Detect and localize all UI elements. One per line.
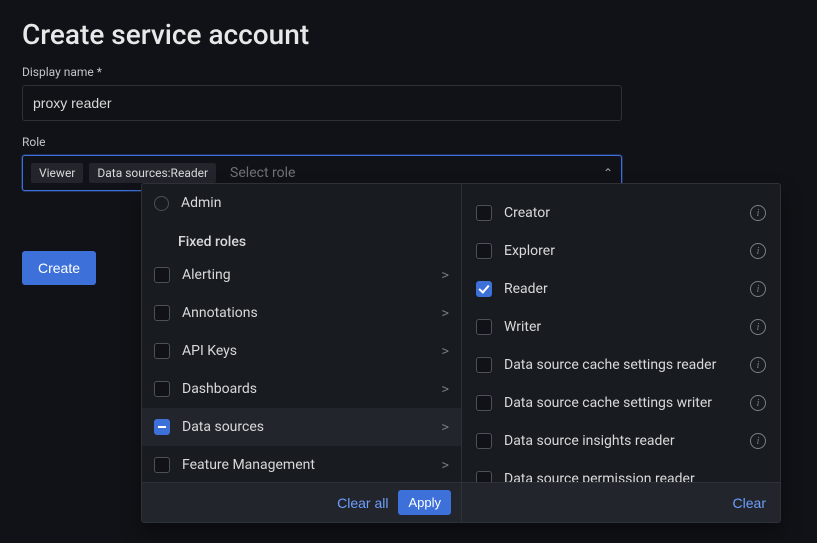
checkbox-icon[interactable] [476, 319, 492, 335]
chevron-up-icon: ⌃ [603, 166, 613, 180]
category-annotations[interactable]: Annotations > [142, 294, 461, 332]
dropdown-left-footer: Clear all Apply [142, 482, 461, 522]
create-button[interactable]: Create [22, 251, 96, 285]
checkbox-icon[interactable] [154, 381, 170, 397]
display-name-input[interactable] [22, 85, 622, 121]
role-categories-panel: Admin Fixed roles Alerting > Annotations… [142, 184, 462, 522]
page-title: Create service account [22, 18, 795, 51]
checkbox-icon[interactable] [154, 305, 170, 321]
role-admin-option[interactable]: Admin [142, 184, 461, 222]
checkbox-icon[interactable] [476, 205, 492, 221]
info-icon[interactable]: i [750, 281, 766, 297]
role-dropdown: Admin Fixed roles Alerting > Annotations… [141, 183, 781, 523]
role-chip-datasources-reader[interactable]: Data sources:Reader [89, 163, 216, 183]
chevron-right-icon: > [442, 306, 449, 320]
chevron-right-icon: > [442, 382, 449, 396]
checkbox-icon[interactable] [154, 267, 170, 283]
info-icon[interactable]: i [750, 243, 766, 259]
category-dashboards[interactable]: Dashboards > [142, 370, 461, 408]
info-icon[interactable]: i [750, 433, 766, 449]
clear-button[interactable]: Clear [733, 495, 766, 511]
category-data-sources[interactable]: Data sources > [142, 408, 461, 446]
subrole-creator[interactable]: Creator i [462, 194, 780, 232]
info-icon[interactable]: i [750, 357, 766, 373]
checkbox-icon[interactable] [476, 281, 492, 297]
subrole-cache-reader[interactable]: Data source cache settings reader i [462, 346, 780, 384]
display-name-label: Display name * [22, 65, 795, 79]
checkbox-icon[interactable] [154, 419, 170, 435]
subrole-writer[interactable]: Writer i [462, 308, 780, 346]
role-subroles-panel: Creator i Explorer i Reader i Writer i [462, 184, 780, 522]
dropdown-right-footer: Clear [462, 482, 780, 522]
checkbox-icon[interactable] [154, 457, 170, 473]
chevron-right-icon: > [442, 344, 449, 358]
checkbox-icon[interactable] [476, 357, 492, 373]
role-chip-viewer[interactable]: Viewer [31, 163, 83, 183]
checkbox-icon[interactable] [476, 243, 492, 259]
chevron-right-icon: > [442, 268, 449, 282]
subrole-reader[interactable]: Reader i [462, 270, 780, 308]
clear-all-button[interactable]: Clear all [337, 495, 388, 511]
role-placeholder: Select role [230, 165, 603, 181]
subrole-insights-reader[interactable]: Data source insights reader i [462, 422, 780, 460]
chevron-right-icon: > [442, 458, 449, 472]
category-feature-management[interactable]: Feature Management > [142, 446, 461, 482]
checkbox-icon[interactable] [476, 433, 492, 449]
chevron-right-icon: > [442, 420, 449, 434]
category-alerting[interactable]: Alerting > [142, 256, 461, 294]
radio-icon [154, 196, 169, 211]
checkbox-icon[interactable] [154, 343, 170, 359]
subrole-explorer[interactable]: Explorer i [462, 232, 780, 270]
subrole-cache-writer[interactable]: Data source cache settings writer i [462, 384, 780, 422]
checkbox-icon[interactable] [476, 471, 492, 482]
checkbox-icon[interactable] [476, 395, 492, 411]
fixed-roles-heading: Fixed roles [142, 222, 461, 256]
role-label: Role [22, 135, 795, 149]
category-api-keys[interactable]: API Keys > [142, 332, 461, 370]
apply-button[interactable]: Apply [398, 490, 451, 515]
info-icon[interactable]: i [750, 395, 766, 411]
role-admin-label: Admin [181, 195, 449, 211]
info-icon[interactable]: i [750, 205, 766, 221]
subrole-permission-reader[interactable]: Data source permission reader [462, 460, 780, 482]
info-icon[interactable]: i [750, 319, 766, 335]
